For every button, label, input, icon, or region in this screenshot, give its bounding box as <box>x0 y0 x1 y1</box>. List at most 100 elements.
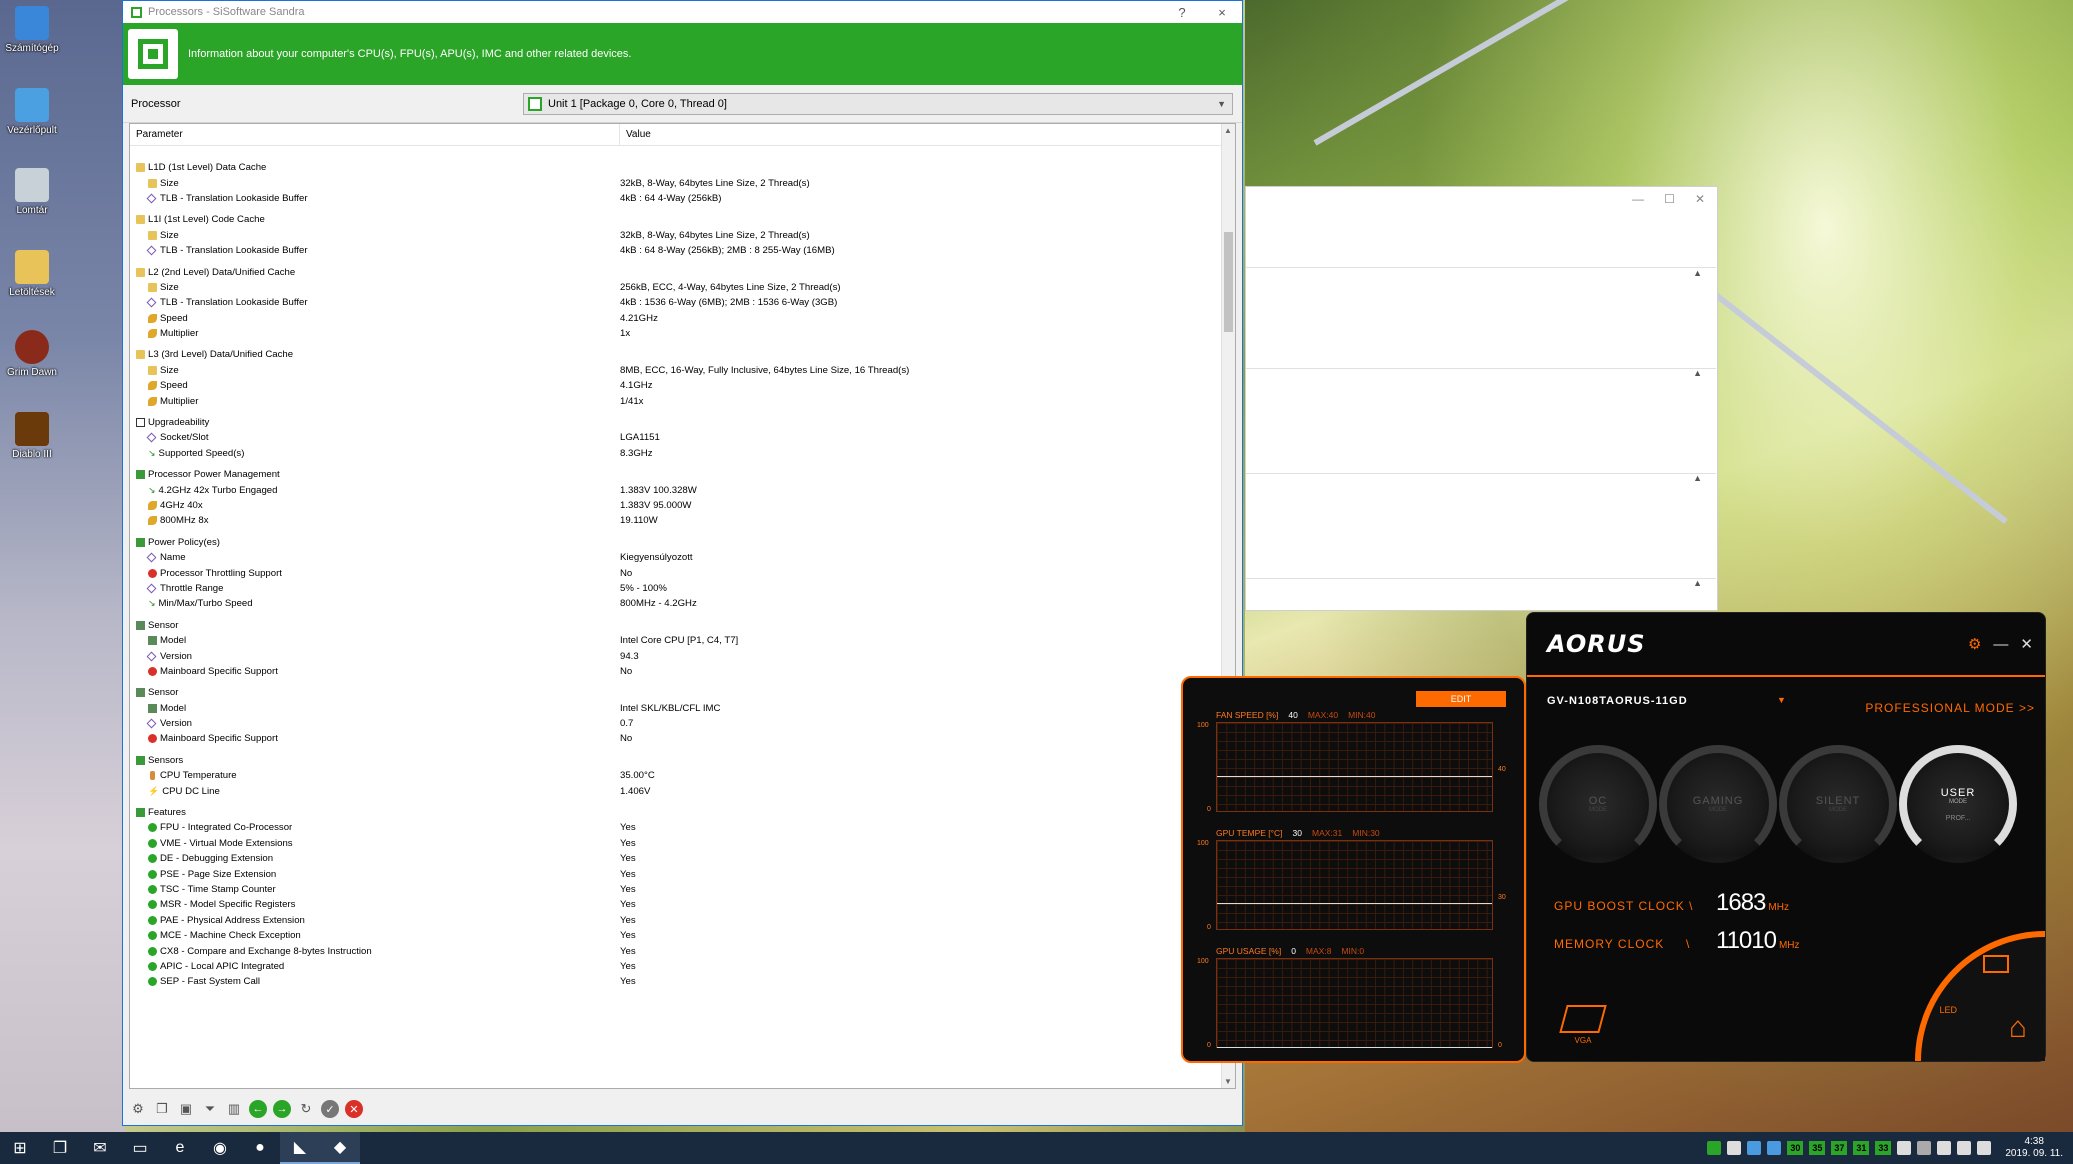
chevron-up-icon[interactable]: ▲ <box>1693 368 1702 378</box>
chevron-up-icon[interactable]: ▲ <box>1693 473 1702 483</box>
table-row[interactable]: DE - Debugging Extension Yes <box>130 851 1235 866</box>
table-row[interactable]: PSE - Page Size Extension Yes <box>130 866 1235 881</box>
chevron-up-icon[interactable]: ▲ <box>1693 268 1702 278</box>
table-group-row[interactable]: Processor Power Management <box>130 467 1235 482</box>
table-row[interactable]: MSR - Model Specific Registers Yes <box>130 897 1235 912</box>
mail-icon[interactable]: ✉ <box>80 1132 120 1164</box>
table-row[interactable]: Speed 4.21GHz <box>130 311 1235 326</box>
filter-icon[interactable]: ⏷ <box>201 1100 219 1118</box>
app-icon[interactable]: ● <box>240 1132 280 1164</box>
table-row[interactable]: ↘ Supported Speed(s) 8.3GHz <box>130 446 1235 461</box>
tray-app-icon[interactable] <box>1917 1141 1932 1155</box>
task-view-icon[interactable]: ❐ <box>40 1132 80 1164</box>
table-group-row[interactable]: L3 (3rd Level) Data/Unified Cache <box>130 347 1235 362</box>
table-row[interactable]: Mainboard Specific Support No <box>130 664 1235 679</box>
mode-gaming-button[interactable]: GAMING MODE <box>1659 745 1777 863</box>
help-button[interactable]: ? <box>1162 5 1202 20</box>
table-group-row[interactable]: L1I (1st Level) Code Cache <box>130 212 1235 227</box>
parameter-table[interactable]: Parameter Value L1D (1st Level) Data Cac… <box>129 123 1236 1089</box>
save-icon[interactable]: ▣ <box>177 1100 195 1118</box>
table-row[interactable]: CX8 - Compare and Exchange 8-bytes Instr… <box>130 943 1235 958</box>
table-row[interactable]: APIC - Local APIC Integrated Yes <box>130 959 1235 974</box>
table-row[interactable]: 800MHz 8x 19.110W <box>130 513 1235 528</box>
desktop-icon-grim-dawn[interactable]: Grim Dawn <box>4 330 60 378</box>
close-icon[interactable]: ✕ <box>1695 192 1705 206</box>
edge-icon[interactable]: e <box>160 1132 200 1164</box>
gear-icon[interactable]: ⚙ <box>1968 635 1981 653</box>
column-header-parameter[interactable]: Parameter <box>130 124 620 145</box>
table-row[interactable]: 4GHz 40x 1.383V 95.000W <box>130 498 1235 513</box>
table-row[interactable]: TLB - Translation Lookaside Buffer 4kB : … <box>130 295 1235 310</box>
settings-icon[interactable]: ⚙ <box>129 1100 147 1118</box>
table-row[interactable]: Processor Throttling Support No <box>130 565 1235 580</box>
table-row[interactable]: Multiplier 1/41x <box>130 393 1235 408</box>
table-group-row[interactable]: Power Policy(es) <box>130 535 1235 550</box>
tray-app-icon[interactable] <box>1707 1141 1722 1155</box>
table-group-row[interactable]: Sensor <box>130 685 1235 700</box>
chevron-up-icon[interactable]: ▲ <box>1693 578 1702 588</box>
table-row[interactable]: CPU Temperature 35.00°C <box>130 768 1235 783</box>
tray-app-icon[interactable] <box>1897 1141 1912 1155</box>
table-row[interactable]: MCE - Machine Check Exception Yes <box>130 928 1235 943</box>
tray-temp-badge[interactable]: 33 <box>1875 1141 1892 1155</box>
led-button[interactable]: LED <box>1939 1005 1957 1015</box>
table-row[interactable]: Version 0.7 <box>130 716 1235 731</box>
desktop-icon-control-panel[interactable]: Vezérlőpult <box>4 88 60 136</box>
table-group-row[interactable]: L1D (1st Level) Data Cache <box>130 160 1235 175</box>
table-row[interactable]: Name Kiegyensúlyozott <box>130 550 1235 565</box>
table-row[interactable]: Size 8MB, ECC, 16-Way, Fully Inclusive, 6… <box>130 363 1235 378</box>
vga-tab[interactable]: VGA <box>1559 1005 1607 1045</box>
edit-button[interactable]: EDIT <box>1416 691 1506 707</box>
desktop-icon-diablo[interactable]: Diablo III <box>4 412 60 460</box>
chart-icon[interactable]: ▥ <box>225 1100 243 1118</box>
monitor-icon[interactable] <box>1983 955 2009 973</box>
chrome-icon[interactable]: ◉ <box>200 1132 240 1164</box>
table-row[interactable]: Mainboard Specific Support No <box>130 731 1235 746</box>
column-header-value[interactable]: Value <box>620 129 651 140</box>
tray-temp-badge[interactable]: 37 <box>1831 1141 1848 1155</box>
tray-app-icon[interactable] <box>1747 1141 1762 1155</box>
table-group-row[interactable]: Sensor <box>130 618 1235 633</box>
table-row[interactable]: Multiplier 1x <box>130 326 1235 341</box>
gpu-model-name[interactable]: GV-N108TAORUS-11GD <box>1547 695 1688 707</box>
desktop-icon-computer[interactable]: Számítógép <box>4 6 60 54</box>
maximize-icon[interactable]: ☐ <box>1664 192 1675 206</box>
close-icon[interactable]: ✕ <box>2020 635 2033 653</box>
table-row[interactable]: Speed 4.1GHz <box>130 378 1235 393</box>
table-row[interactable]: Size 256kB, ECC, 4-Way, 64bytes Line Size… <box>130 280 1235 295</box>
close-button[interactable]: × <box>1202 5 1242 20</box>
tray-temp-badge[interactable]: 35 <box>1809 1141 1826 1155</box>
table-row[interactable]: Socket/Slot LGA1151 <box>130 430 1235 445</box>
table-row[interactable]: TLB - Translation Lookaside Buffer 4kB : … <box>130 191 1235 206</box>
network-icon[interactable] <box>1957 1141 1972 1155</box>
professional-mode-link[interactable]: PROFESSIONAL MODE >> <box>1865 701 2035 715</box>
desktop-icon-recycle-bin[interactable]: Lomtár <box>4 168 60 216</box>
ok-icon[interactable]: ✓ <box>321 1100 339 1118</box>
table-row[interactable]: Size 32kB, 8-Way, 64bytes Line Size, 2 Th… <box>130 175 1235 190</box>
processor-dropdown[interactable]: Unit 1 [Package 0, Core 0, Thread 0] ▼ <box>523 92 1233 115</box>
sandra-window[interactable]: Processors - SiSoftware Sandra ? × Infor… <box>122 0 1243 1126</box>
table-row[interactable]: ↘ Min/Max/Turbo Speed 800MHz - 4.2GHz <box>130 596 1235 611</box>
table-row[interactable]: FPU - Integrated Co-Processor Yes <box>130 820 1235 835</box>
table-row[interactable]: Throttle Range 5% - 100% <box>130 581 1235 596</box>
refresh-icon[interactable]: ↻ <box>297 1100 315 1118</box>
back-icon[interactable]: ← <box>249 1100 267 1118</box>
tray-temp-badge[interactable]: 30 <box>1787 1141 1804 1155</box>
window-titlebar[interactable]: Processors - SiSoftware Sandra ? × <box>123 1 1242 23</box>
mode-silent-button[interactable]: SILENT MODE <box>1779 745 1897 863</box>
tray-temp-badge[interactable]: 31 <box>1853 1141 1870 1155</box>
table-row[interactable]: VME - Virtual Mode Extensions Yes <box>130 836 1235 851</box>
tray-app-icon[interactable] <box>1727 1141 1742 1155</box>
home-icon[interactable]: ⌂ <box>2009 1011 2027 1045</box>
scrollbar-thumb[interactable] <box>1224 232 1233 332</box>
file-explorer-icon[interactable]: ▭ <box>120 1132 160 1164</box>
chevron-down-icon[interactable]: ▼ <box>1777 695 1786 705</box>
table-row[interactable]: ↘ 4.2GHz 42x Turbo Engaged 1.383V 100.328W <box>130 482 1235 497</box>
table-row[interactable]: PAE - Physical Address Extension Yes <box>130 913 1235 928</box>
aorus-engine-window[interactable]: AORUS ⚙ — ✕ GV-N108TAORUS-11GD ▼ PROFESS… <box>1526 612 2046 1062</box>
copy-icon[interactable]: ❐ <box>153 1100 171 1118</box>
table-row[interactable]: Model Intel SKL/KBL/CFL IMC <box>130 701 1235 716</box>
table-group-row[interactable]: Upgradeability <box>130 415 1235 430</box>
scroll-up-icon[interactable]: ▲ <box>1224 126 1232 135</box>
table-group-row[interactable]: Features <box>130 805 1235 820</box>
